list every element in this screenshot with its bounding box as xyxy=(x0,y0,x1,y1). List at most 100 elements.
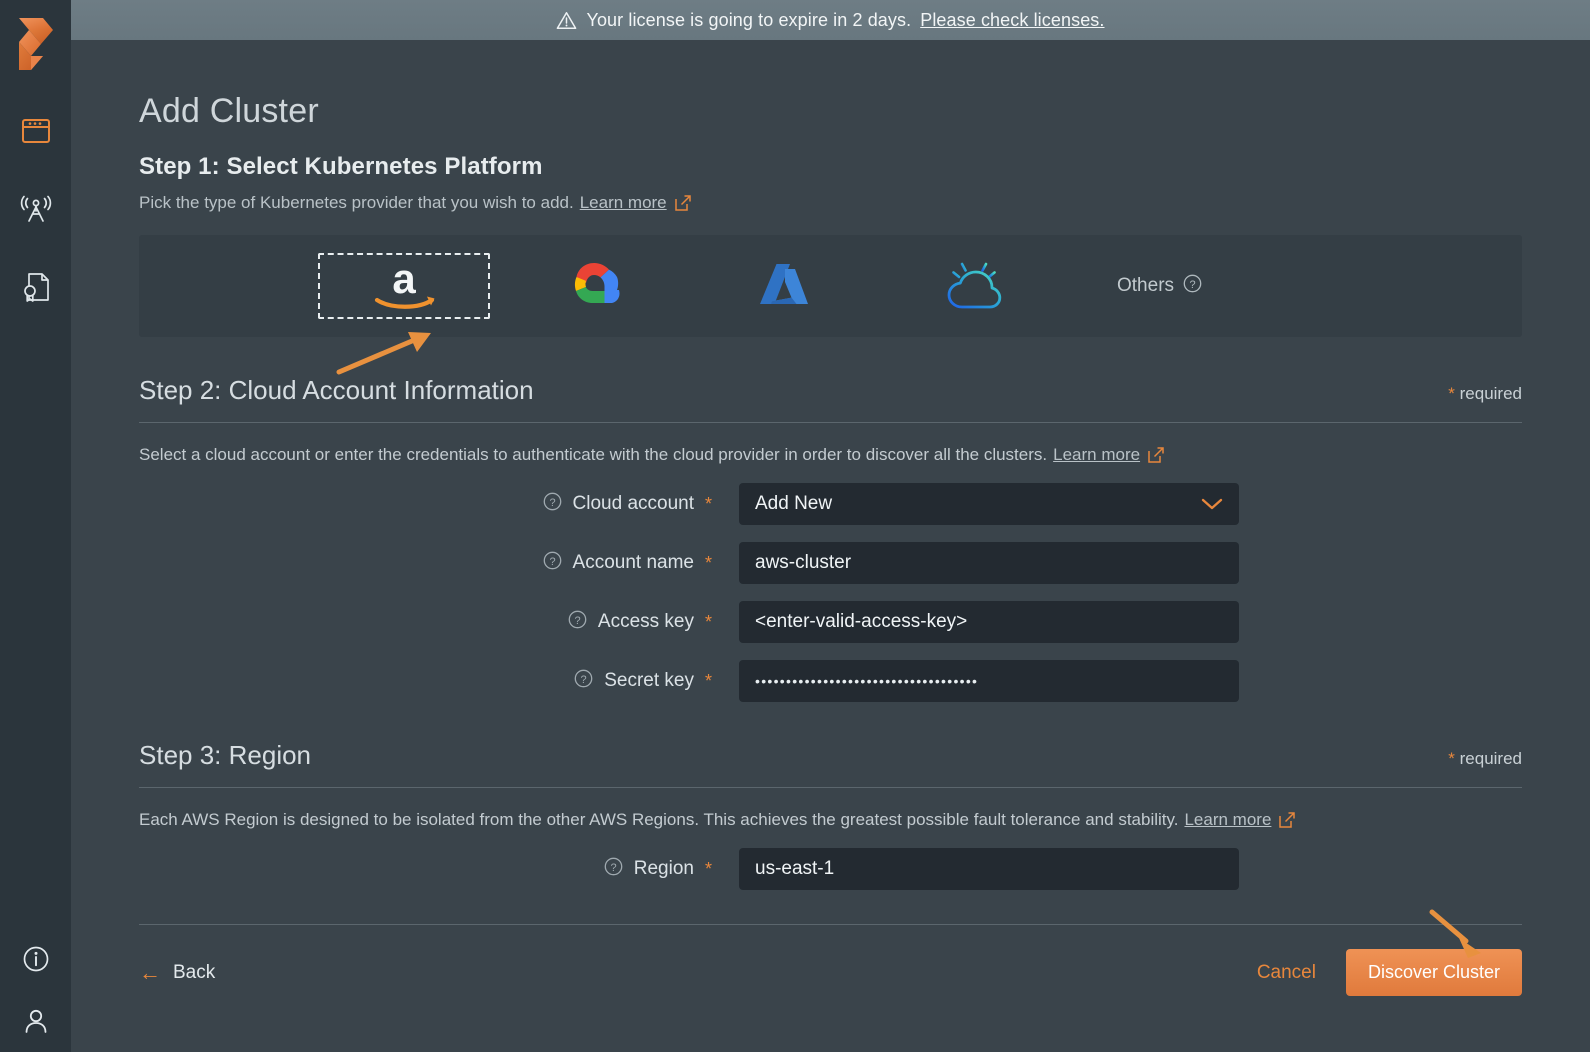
region-input[interactable]: us-east-1 xyxy=(739,848,1239,890)
logo-ribbon-icon[interactable] xyxy=(10,14,62,74)
svg-text:?: ? xyxy=(581,674,587,686)
sidebar-bottom-list xyxy=(0,942,71,1038)
cancel-button[interactable]: Cancel xyxy=(1257,962,1316,984)
svg-text:?: ? xyxy=(549,497,555,509)
svg-text:?: ? xyxy=(549,556,555,568)
help-circle-icon[interactable]: ? xyxy=(604,857,623,882)
step2-heading: Step 2: Cloud Account Information xyxy=(139,375,534,406)
external-link-icon[interactable] xyxy=(674,194,692,212)
help-circle-icon[interactable]: ? xyxy=(1183,274,1202,299)
step3-description: Each AWS Region is designed to be isolat… xyxy=(139,810,1178,830)
svg-text:a: a xyxy=(392,259,416,302)
step2-divider xyxy=(139,422,1522,423)
required-label: required xyxy=(1460,749,1522,768)
sidebar-item-user[interactable] xyxy=(19,1004,53,1038)
form-row-secret-key: ? Secret key * •••••••••••••••••••••••••… xyxy=(139,660,1522,702)
ibm-cloud-icon xyxy=(935,255,1013,317)
step3-divider xyxy=(139,787,1522,788)
help-circle-icon[interactable]: ? xyxy=(543,551,562,576)
step2-header-row: Step 2: Cloud Account Information * requ… xyxy=(139,375,1522,406)
step2-learn-more-link[interactable]: Learn more xyxy=(1053,445,1140,465)
secret-key-label-group: ? Secret key * xyxy=(139,669,739,694)
platform-ibm[interactable] xyxy=(879,235,1069,337)
cloud-account-select[interactable]: Add New xyxy=(739,483,1239,525)
svg-text:?: ? xyxy=(610,862,616,874)
form-row-account-name: ? Account name * aws-cluster xyxy=(139,542,1522,584)
main-column: Your license is going to expire in 2 day… xyxy=(71,0,1590,1052)
step1-description-row: Pick the type of Kubernetes provider tha… xyxy=(139,193,1522,213)
license-banner-message: Your license is going to expire in 2 day… xyxy=(586,10,911,31)
access-key-value: <enter-valid-access-key> xyxy=(755,611,1223,633)
step1-description: Pick the type of Kubernetes provider tha… xyxy=(139,193,574,213)
aws-amazon-icon: a xyxy=(365,259,443,313)
chevron-down-icon[interactable] xyxy=(1201,497,1223,511)
google-cloud-icon xyxy=(561,257,627,315)
svg-text:?: ? xyxy=(574,615,580,627)
secret-key-value: •••••••••••••••••••••••••••••••••••• xyxy=(755,673,1223,689)
account-name-label-group: ? Account name * xyxy=(139,551,739,576)
footer-divider xyxy=(139,924,1522,925)
arrow-left-icon: ← xyxy=(139,962,161,984)
sidebar-item-info[interactable] xyxy=(19,942,53,976)
region-label: Region xyxy=(634,858,694,880)
cloud-account-value: Add New xyxy=(755,493,1201,515)
page-title: Add Cluster xyxy=(139,92,1522,131)
required-star: * xyxy=(705,671,712,692)
platform-selector-strip: a xyxy=(139,235,1522,337)
cloud-account-label: Cloud account xyxy=(573,493,694,515)
access-key-label-group: ? Access key * xyxy=(139,610,739,635)
warning-triangle-icon xyxy=(556,11,577,30)
platform-aws[interactable]: a xyxy=(309,235,499,337)
help-circle-icon[interactable]: ? xyxy=(568,610,587,635)
step2-description: Select a cloud account or enter the cred… xyxy=(139,445,1047,465)
region-label-group: ? Region * xyxy=(139,857,739,882)
account-name-input[interactable]: aws-cluster xyxy=(739,542,1239,584)
required-star: * xyxy=(1448,384,1455,403)
platform-gcp[interactable] xyxy=(499,235,689,337)
account-name-label: Account name xyxy=(573,552,694,574)
step3-heading: Step 3: Region xyxy=(139,740,311,771)
back-button-label: Back xyxy=(173,962,215,984)
application-root: Your license is going to expire in 2 day… xyxy=(0,0,1590,1052)
access-key-label: Access key xyxy=(598,611,694,633)
platform-azure-tile[interactable] xyxy=(698,253,870,319)
account-name-value: aws-cluster xyxy=(755,552,1223,574)
step3-form: ? Region * us-east-1 xyxy=(139,848,1522,890)
azure-icon xyxy=(752,258,816,314)
form-row-access-key: ? Access key * <enter-valid-access-key> xyxy=(139,601,1522,643)
sidebar-item-broadcast[interactable] xyxy=(19,192,53,226)
step3-learn-more-link[interactable]: Learn more xyxy=(1184,810,1271,830)
required-star: * xyxy=(705,553,712,574)
step2-form: ? Cloud account * Add New xyxy=(139,483,1522,702)
sidebar-nav-list xyxy=(19,114,53,304)
platform-azure[interactable] xyxy=(689,235,879,337)
access-key-input[interactable]: <enter-valid-access-key> xyxy=(739,601,1239,643)
platform-ibm-tile[interactable] xyxy=(888,253,1060,319)
step2-description-row: Select a cloud account or enter the cred… xyxy=(139,445,1522,465)
step3-required-note: * required xyxy=(1448,749,1522,769)
platform-aws-tile[interactable]: a xyxy=(318,253,490,319)
step1-learn-more-link[interactable]: Learn more xyxy=(580,193,667,213)
footer-right-actions: Cancel Discover Cluster xyxy=(1257,949,1522,996)
sidebar-item-certificate[interactable] xyxy=(19,270,53,304)
platform-others[interactable]: Others ? xyxy=(1117,274,1202,299)
required-star: * xyxy=(705,612,712,633)
help-circle-icon[interactable]: ? xyxy=(543,492,562,517)
required-star: * xyxy=(705,494,712,515)
form-row-cloud-account: ? Cloud account * Add New xyxy=(139,483,1522,525)
secret-key-input[interactable]: •••••••••••••••••••••••••••••••••••• xyxy=(739,660,1239,702)
step1-heading: Step 1: Select Kubernetes Platform xyxy=(139,153,1522,181)
external-link-icon[interactable] xyxy=(1147,446,1165,464)
discover-cluster-button[interactable]: Discover Cluster xyxy=(1346,949,1522,996)
region-value: us-east-1 xyxy=(755,858,1223,880)
required-star: * xyxy=(1448,749,1455,768)
svg-text:?: ? xyxy=(1189,279,1195,291)
help-circle-icon[interactable]: ? xyxy=(574,669,593,694)
sidebar-item-dashboard[interactable] xyxy=(19,114,53,148)
back-button[interactable]: ← Back xyxy=(139,962,215,984)
check-licenses-link[interactable]: Please check licenses. xyxy=(920,10,1104,31)
platform-others-label: Others xyxy=(1117,275,1174,297)
platform-gcp-tile[interactable] xyxy=(508,253,680,319)
cloud-account-label-group: ? Cloud account * xyxy=(139,492,739,517)
external-link-icon[interactable] xyxy=(1278,811,1296,829)
